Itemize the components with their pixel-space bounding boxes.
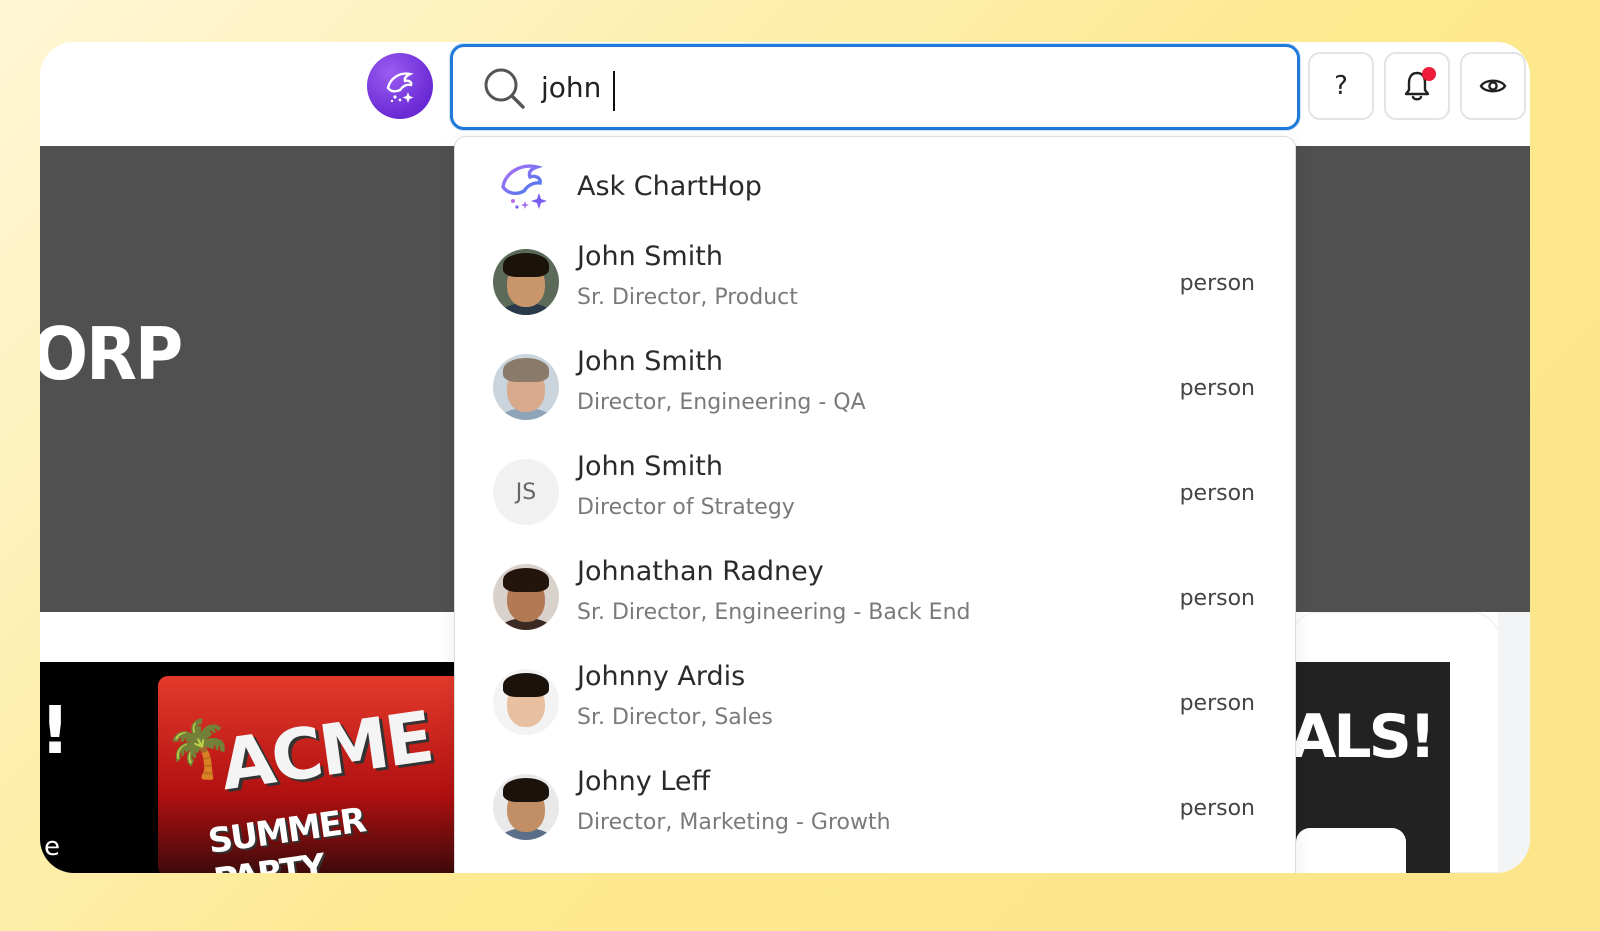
ask-charthop-option[interactable]: Ask ChartHop [455, 151, 1295, 227]
result-name: Johnathan Radney [577, 556, 824, 587]
result-name: John Smith [577, 346, 723, 377]
text-caret [613, 71, 615, 111]
result-type: person [1179, 481, 1255, 506]
ask-charthop-icon [501, 164, 547, 209]
result-name: John Smith [577, 241, 723, 272]
result-title: Director of Strategy [577, 495, 795, 520]
result-type: person [1179, 796, 1255, 821]
top-bar: ? [40, 42, 1530, 146]
eye-icon [1479, 79, 1507, 93]
result-name: Johny Leff [577, 766, 711, 797]
avatar-initials: JS [493, 459, 559, 525]
notifications-button[interactable] [1384, 52, 1450, 120]
announcement-card-right[interactable]: ALS! [1296, 662, 1450, 873]
result-item[interactable]: Johny Leff Director, Marketing - Growth pe… [455, 766, 1295, 871]
result-title: Sr. Director, Sales [577, 705, 773, 730]
card-right-pill [1296, 828, 1406, 873]
result-type: person [1179, 691, 1255, 716]
result-title: Director, Engineering - QA [577, 390, 866, 415]
search-results-dropdown: Ask ChartHop John Smith Sr. Director, Pro… [454, 136, 1296, 873]
result-type: person [1179, 586, 1255, 611]
search-icon [484, 68, 525, 109]
result-item[interactable]: John Smith Sr. Director, Product person [455, 241, 1295, 346]
help-button[interactable]: ? [1308, 52, 1374, 120]
hero-text: ORP [40, 312, 183, 397]
avatar [493, 354, 559, 420]
search-box[interactable] [450, 44, 1300, 130]
result-name: John Smith [577, 451, 723, 482]
announcement-card-left[interactable]: ! e 🌴 ACME SUMMER PARTY [40, 662, 460, 873]
search-input[interactable] [541, 64, 1241, 110]
avatar [493, 774, 559, 840]
right-edge-strip [1498, 612, 1530, 873]
help-label: ? [1334, 71, 1348, 101]
avatar [493, 249, 559, 315]
app-frame: ORP ! e 🌴 ACME SUMMER PARTY ALS! [40, 42, 1530, 873]
avatar [493, 669, 559, 735]
card-left-small-text: e [44, 832, 60, 862]
view-button[interactable] [1460, 52, 1526, 120]
result-type: person [1179, 376, 1255, 401]
result-type: person [1179, 271, 1255, 296]
result-item[interactable]: John Smith Director, Engineering - QA pers… [455, 346, 1295, 451]
notification-badge [1422, 67, 1436, 81]
result-name: Johnny Ardis [577, 661, 746, 692]
result-title: Sr. Director, Engineering - Back End [577, 600, 971, 625]
result-item[interactable]: Johnny Ardis Sr. Director, Sales person [455, 661, 1295, 766]
card-left-text: ! [40, 692, 71, 769]
ask-charthop-label: Ask ChartHop [577, 171, 762, 202]
result-title: Sr. Director, Product [577, 285, 798, 310]
charthop-logo-icon[interactable] [367, 53, 433, 119]
card-right-text: ALS! [1296, 702, 1436, 772]
poster-title: ACME [215, 695, 436, 807]
result-title: Director, Marketing - Growth [577, 810, 891, 835]
result-item[interactable]: Johnathan Radney Sr. Director, Engineerin… [455, 556, 1295, 661]
avatar [493, 564, 559, 630]
result-item[interactable]: JS John Smith Director of Strategy person [455, 451, 1295, 556]
summer-party-poster: 🌴 ACME SUMMER PARTY [158, 676, 460, 873]
